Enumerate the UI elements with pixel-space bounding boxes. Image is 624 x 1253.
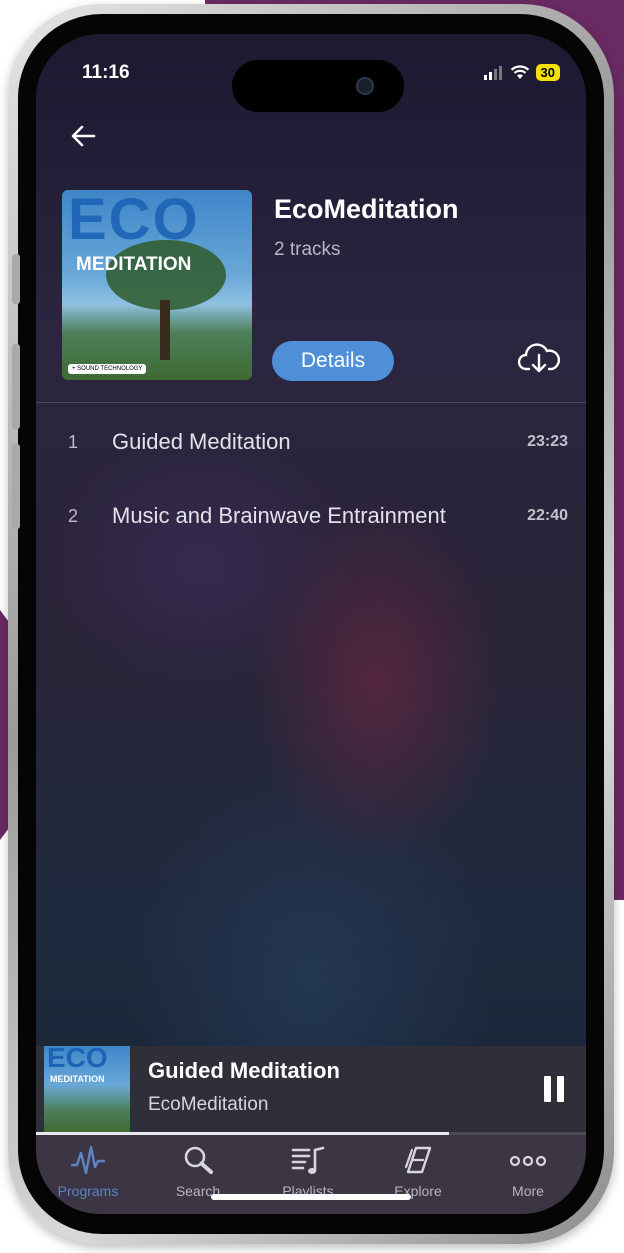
- track-duration: 23:23: [527, 433, 568, 450]
- tab-playlists[interactable]: Playlists: [258, 1145, 358, 1199]
- status-time: 11:16: [82, 62, 130, 83]
- phone-bezel: 11:16 30 ECO MEDITATION + SOUND TECHNOLO…: [18, 14, 604, 1234]
- wifi-icon: [510, 65, 529, 79]
- phone-side-button: [12, 344, 20, 429]
- cloud-download-icon: [517, 343, 561, 373]
- phone-frame: 11:16 30 ECO MEDITATION + SOUND TECHNOLO…: [8, 4, 614, 1244]
- phone-side-button: [12, 444, 20, 529]
- album-art-text: MEDITATION: [50, 1074, 105, 1084]
- now-playing-bar[interactable]: ECO MEDITATION Guided Meditation EcoMedi…: [36, 1046, 586, 1132]
- now-playing-title: Guided Meditation: [148, 1058, 340, 1083]
- pause-icon: [544, 1076, 551, 1102]
- explore-book-icon: [404, 1146, 432, 1174]
- track-row[interactable]: 1 Guided Meditation 23:23: [36, 422, 586, 462]
- album-art: ECO MEDITATION + SOUND TECHNOLOGY: [62, 190, 252, 380]
- tab-search[interactable]: Search: [148, 1145, 248, 1199]
- download-button[interactable]: [517, 342, 561, 381]
- tab-label: More: [512, 1183, 544, 1199]
- details-button[interactable]: Details: [272, 341, 394, 381]
- album-art-badge: + SOUND TECHNOLOGY: [68, 364, 147, 374]
- tab-label: Programs: [57, 1183, 119, 1199]
- track-row[interactable]: 2 Music and Brainwave Entrainment 22:40: [36, 496, 586, 536]
- now-playing-album: EcoMeditation: [148, 1094, 269, 1115]
- album-title: EcoMeditation: [274, 194, 459, 224]
- tab-programs[interactable]: Programs: [38, 1145, 138, 1199]
- divider: [36, 402, 586, 403]
- pause-button[interactable]: [544, 1076, 564, 1102]
- status-indicators: 30: [483, 64, 560, 81]
- pause-icon: [557, 1076, 564, 1102]
- tab-bar: Programs Search Playlists Explore More: [36, 1135, 586, 1214]
- tree-illustration: [160, 300, 170, 360]
- dynamic-island: [232, 60, 404, 112]
- more-dots-icon: [509, 1155, 547, 1167]
- track-title: Guided Meditation: [112, 429, 291, 454]
- signal-icon: [483, 65, 502, 80]
- home-indicator[interactable]: [211, 1194, 411, 1200]
- track-duration: 22:40: [527, 507, 568, 524]
- app-screen: 11:16 30 ECO MEDITATION + SOUND TECHNOLO…: [36, 34, 586, 1214]
- back-arrow-icon: [71, 125, 96, 147]
- battery-level: 30: [535, 64, 560, 81]
- album-art-text: MEDITATION: [76, 254, 192, 275]
- tab-explore[interactable]: Explore: [368, 1145, 468, 1199]
- album-art-text: ECO: [47, 1046, 108, 1073]
- phone-side-button: [12, 254, 20, 304]
- track-title: Music and Brainwave Entrainment: [112, 503, 446, 528]
- search-icon: [184, 1146, 213, 1174]
- track-number: 2: [68, 505, 79, 526]
- back-button[interactable]: [70, 124, 96, 152]
- tab-more[interactable]: More: [478, 1145, 578, 1199]
- programs-wave-icon: [71, 1145, 105, 1175]
- playlists-icon: [291, 1146, 325, 1174]
- camera-icon: [356, 77, 374, 95]
- track-number: 1: [68, 431, 79, 452]
- track-count: 2 tracks: [274, 239, 341, 260]
- now-playing-art: ECO MEDITATION: [44, 1046, 130, 1132]
